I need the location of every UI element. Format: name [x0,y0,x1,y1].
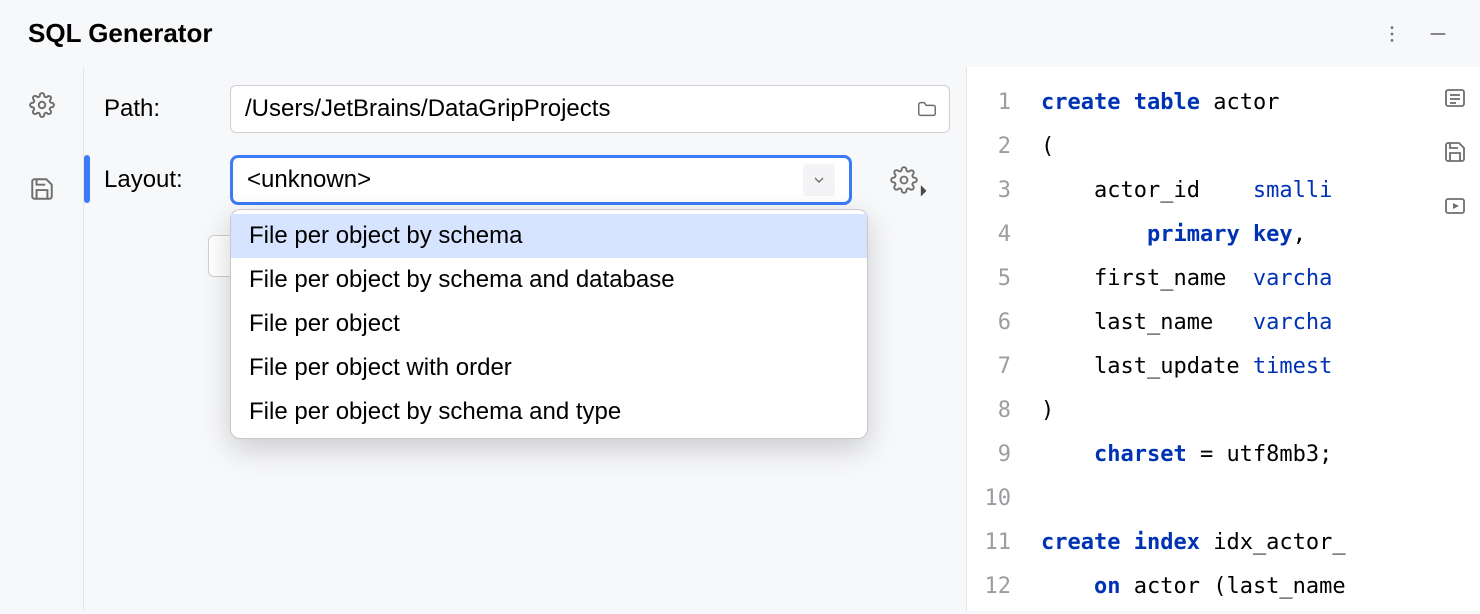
layout-settings-icon[interactable] [890,166,918,194]
line-number: 11 [967,521,1011,565]
line-gutter: 123456789101112 [967,67,1023,611]
list-icon[interactable] [1440,83,1470,113]
save-icon[interactable] [26,173,58,205]
code-line: last_update timest [1041,345,1346,389]
layout-option[interactable]: File per object by schema and type [231,390,867,434]
run-icon[interactable] [1440,191,1470,221]
layout-row: Layout: <unknown> File per object by sch… [104,155,950,205]
focus-indicator [84,155,90,203]
code-line: create table actor [1041,81,1346,125]
code-line: first_name varcha [1041,257,1346,301]
title-bar: SQL Generator [0,0,1480,67]
line-number: 8 [967,389,1011,433]
path-label: Path: [104,95,212,123]
line-number: 1 [967,81,1011,125]
line-number: 10 [967,477,1011,521]
code-line: primary key, [1041,213,1346,257]
line-number: 6 [967,301,1011,345]
layout-label: Layout: [104,166,212,194]
code-line: create index idx_actor_ [1041,521,1346,565]
layout-option[interactable]: File per object by schema [231,214,867,258]
left-tool-rail [0,67,84,611]
layout-dropdown: File per object by schema File per objec… [230,209,868,439]
line-number: 12 [967,565,1011,609]
layout-option[interactable]: File per object by schema and database [231,258,867,302]
code-body: create table actor( actor_id smalli prim… [1023,67,1346,611]
code-line: on actor (last_name [1041,565,1346,609]
layout-option[interactable]: File per object [231,302,867,346]
minimize-icon[interactable] [1424,20,1452,48]
title-actions [1378,20,1452,48]
layout-option[interactable]: File per object with order [231,346,867,390]
code-line: ( [1041,125,1346,169]
path-input[interactable] [230,85,950,133]
more-icon[interactable] [1378,20,1406,48]
layout-combo[interactable]: <unknown> File per object by schema File… [230,155,852,205]
line-number: 9 [967,433,1011,477]
code-line: actor_id smalli [1041,169,1346,213]
line-number: 7 [967,345,1011,389]
code-line: ) [1041,389,1346,433]
code-line: last_name varcha [1041,301,1346,345]
code-line: charset = utf8mb3; [1041,433,1346,477]
right-tool-rail [1440,83,1470,221]
layout-value: <unknown> [247,166,371,194]
save-icon[interactable] [1440,137,1470,167]
path-row: Path: [104,85,950,133]
line-number: 5 [967,257,1011,301]
code-preview: 123456789101112 create table actor( acto… [966,67,1480,611]
folder-icon[interactable] [916,98,938,120]
line-number: 2 [967,125,1011,169]
line-number: 3 [967,169,1011,213]
code-line [1041,477,1346,521]
form-panel: Path: Layout: <unknown> File per ob [84,67,966,611]
settings-icon[interactable] [26,89,58,121]
line-number: 4 [967,213,1011,257]
window-title: SQL Generator [28,18,212,49]
chevron-down-icon[interactable] [803,164,835,196]
